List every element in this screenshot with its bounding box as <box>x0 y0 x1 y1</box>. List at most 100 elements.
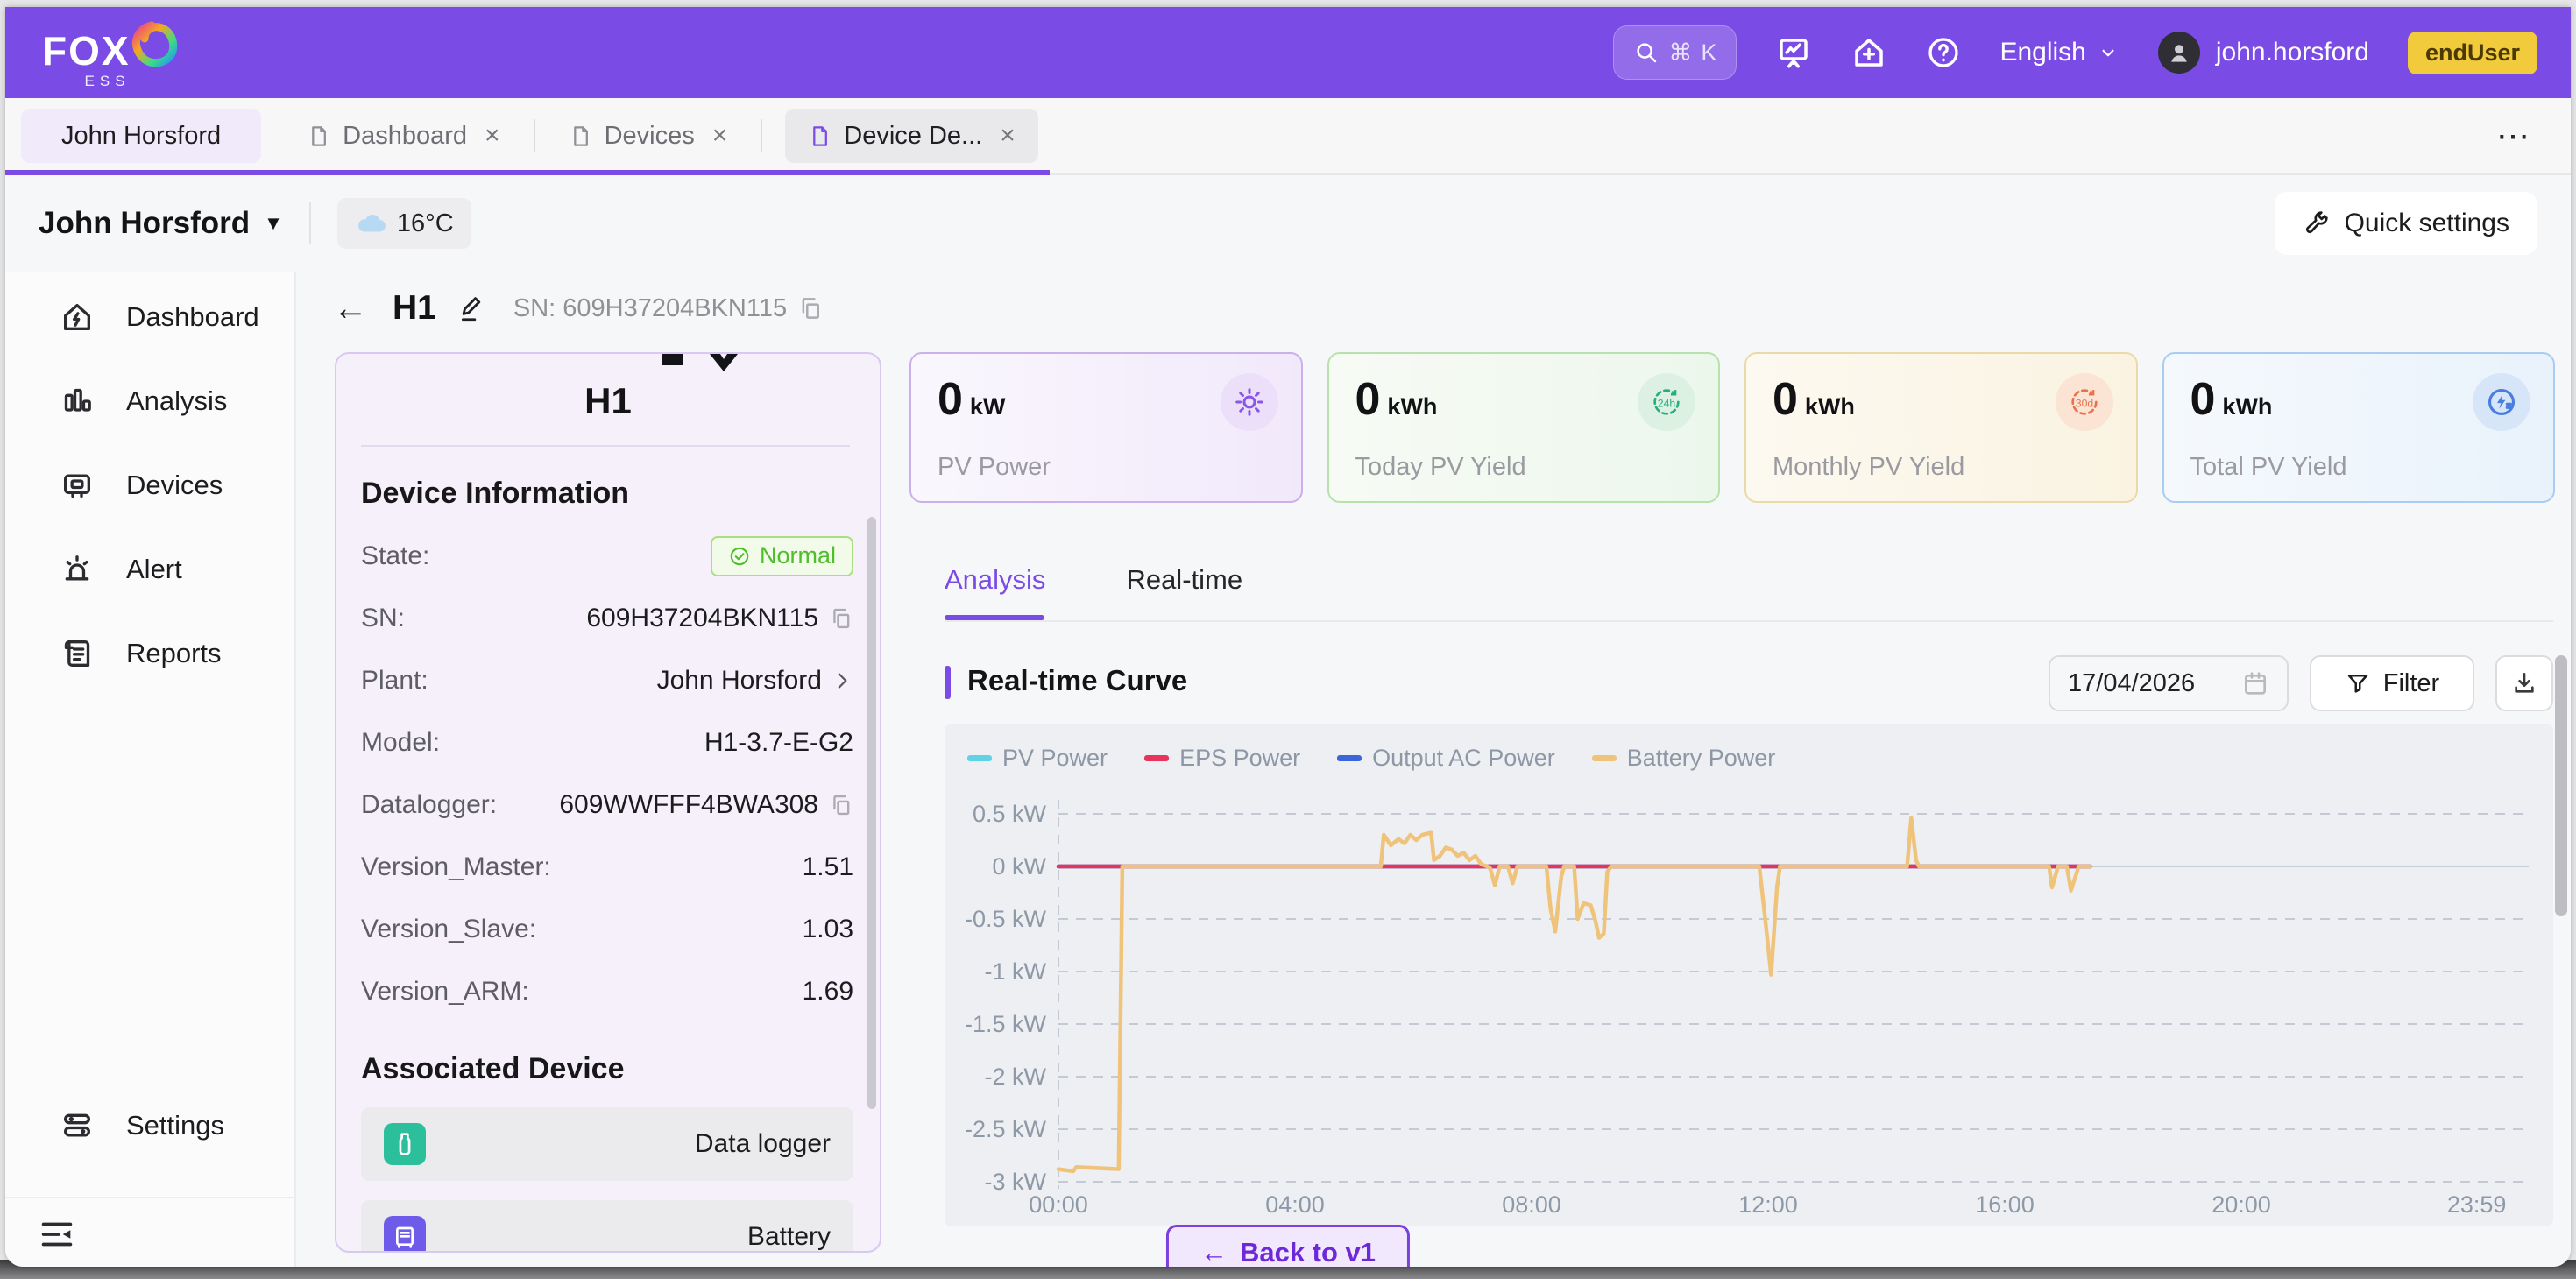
help-icon[interactable] <box>1926 35 1961 70</box>
daily-cycle-icon: 24h <box>1638 373 1695 431</box>
row-value: 1.69 <box>803 977 853 1007</box>
svg-text:-2.5 kW: -2.5 kW <box>965 1116 1047 1142</box>
divider <box>5 1197 294 1198</box>
sidebar-item-analysis[interactable]: Analysis <box>5 359 294 443</box>
tab-separator <box>761 119 762 152</box>
stat-label: Monthly PV Yield <box>1773 453 1964 482</box>
sidebar: Dashboard Analysis Devices Alert Reports <box>5 272 296 1267</box>
global-search[interactable]: ⌘ K <box>1613 25 1737 80</box>
associated-device-battery[interactable]: Battery <box>361 1200 853 1253</box>
shortcut-cmd: ⌘ <box>1668 39 1692 67</box>
bar-chart-icon <box>60 384 95 419</box>
edit-pencil-icon[interactable] <box>457 293 487 323</box>
sidebar-item-devices[interactable]: Devices <box>5 443 294 527</box>
plant-link[interactable]: John Horsford <box>657 666 853 696</box>
tab-label: Device De... <box>844 122 982 151</box>
filter-label: Filter <box>2383 669 2439 698</box>
filter-button[interactable]: Filter <box>2310 655 2474 711</box>
sidebar-item-dashboard[interactable]: Dashboard <box>5 275 294 359</box>
date-picker[interactable]: 17/04/2026 <box>2049 655 2289 711</box>
device-sn: SN: 609H37204BKN115 <box>513 294 787 323</box>
tab-overflow-menu[interactable]: ⋯ <box>2496 117 2532 156</box>
monthly-cycle-icon: 30d <box>2056 373 2113 431</box>
copy-icon[interactable] <box>797 295 824 322</box>
realtime-curve-chart: PV Power EPS Power Output AC Power Battery … <box>945 724 2553 1226</box>
main-panel: ← H1 SN: 609H37204BKN115 H1 Device Infor… <box>296 272 2571 1267</box>
sidebar-item-label: Reports <box>126 638 222 669</box>
language-selector[interactable]: English <box>1999 38 2119 67</box>
row-label: Version_Slave: <box>361 915 536 944</box>
presentation-chart-icon[interactable] <box>1775 34 1812 71</box>
sidebar-item-alert[interactable]: Alert <box>5 527 294 611</box>
chevron-down-icon <box>2097 41 2120 64</box>
status-text: Normal <box>760 542 836 569</box>
close-icon[interactable]: × <box>485 121 500 151</box>
sidebar-item-label: Devices <box>126 470 223 501</box>
back-arrow-icon: ← <box>1200 1237 1228 1267</box>
stat-unit: kWh <box>2222 393 2272 420</box>
copy-icon[interactable] <box>829 606 853 631</box>
plant-name: John Horsford <box>39 206 250 241</box>
sidebar-item-label: Analysis <box>126 385 227 417</box>
device-info-card: H1 Device Information State: Normal SN: … <box>335 352 881 1253</box>
weather-widget: 16°C <box>337 198 471 249</box>
stat-value: 0 <box>1773 374 1798 425</box>
sidebar-item-reports[interactable]: Reports <box>5 611 294 696</box>
logo-subtext: ESS <box>42 73 131 90</box>
associated-device-label: Battery <box>747 1222 831 1252</box>
stat-cards-row: 0kW PV Power 0kWh 24h Today PV Yield 0kW… <box>909 352 2555 503</box>
stat-label: Total PV Yield <box>2190 453 2347 482</box>
close-icon[interactable]: × <box>712 121 728 151</box>
stat-unit: kWh <box>1805 393 1855 420</box>
legend-item[interactable]: Output AC Power <box>1337 745 1555 772</box>
download-button[interactable] <box>2495 655 2553 711</box>
calendar-icon <box>2241 669 2269 697</box>
collapse-sidebar-icon[interactable] <box>37 1214 77 1254</box>
device-illustration-fragment <box>659 354 790 373</box>
row-label: Datalogger: <box>361 790 497 820</box>
date-value: 17/04/2026 <box>2068 669 2195 698</box>
plant-dropdown[interactable]: John Horsford ▼ <box>39 206 283 241</box>
legend-item[interactable]: PV Power <box>967 745 1108 772</box>
tab-separator <box>534 119 535 152</box>
back-to-v1-button[interactable]: ← Back to v1 <box>1166 1225 1410 1267</box>
stat-value: 0 <box>938 374 963 425</box>
foxess-logo[interactable]: FOX ESS <box>42 15 178 90</box>
detail-tabs: Analysis Real-time <box>945 564 1242 596</box>
tab-realtime[interactable]: Real-time <box>1126 564 1242 596</box>
back-arrow-icon[interactable]: ← <box>333 291 368 326</box>
line-chart[interactable]: 0.5 kW0 kW-0.5 kW-1 kW-1.5 kW-2 kW-2.5 k… <box>945 724 2553 1226</box>
quick-settings-button[interactable]: Quick settings <box>2275 192 2537 255</box>
close-icon[interactable]: × <box>1000 121 1016 151</box>
legend-item[interactable]: EPS Power <box>1144 745 1300 772</box>
stat-value: 0 <box>1355 374 1381 425</box>
section-title-device-information: Device Information <box>361 477 850 511</box>
tab-devices[interactable]: Devices × <box>558 109 739 163</box>
tab-device-detail[interactable]: Device De... × <box>785 109 1037 163</box>
info-row-state: State: Normal <box>361 525 853 587</box>
user-menu[interactable]: john.horsford <box>2158 32 2369 74</box>
copy-icon[interactable] <box>829 793 853 817</box>
stat-label: PV Power <box>938 453 1051 482</box>
sidebar-item-settings[interactable]: Settings <box>5 1084 294 1168</box>
section-accent-bar <box>945 666 951 699</box>
tab-label: Devices <box>605 122 695 151</box>
plant-scope-chip[interactable]: John Horsford <box>21 109 261 163</box>
card-scrollbar-thumb[interactable] <box>867 517 876 1109</box>
report-scroll-icon <box>60 636 95 671</box>
associated-device-datalogger[interactable]: Data logger <box>361 1107 853 1181</box>
row-value: 1.03 <box>803 915 853 944</box>
tab-dashboard[interactable]: Dashboard × <box>296 109 510 163</box>
legend-item[interactable]: Battery Power <box>1592 745 1776 772</box>
svg-text:-0.5 kW: -0.5 kW <box>965 906 1047 932</box>
username: john.horsford <box>2216 38 2369 67</box>
top-navbar: FOX ESS ⌘ K English john.horsford endUse <box>5 7 2571 98</box>
row-value: 1.51 <box>803 852 853 882</box>
language-label: English <box>1999 38 2085 67</box>
home-plus-icon[interactable] <box>1851 34 1887 71</box>
page-scrollbar-thumb[interactable] <box>2555 655 2567 916</box>
temperature: 16°C <box>397 209 454 238</box>
tab-analysis[interactable]: Analysis <box>945 564 1045 596</box>
stat-label: Today PV Yield <box>1355 453 1526 482</box>
role-badge[interactable]: endUser <box>2408 32 2537 74</box>
